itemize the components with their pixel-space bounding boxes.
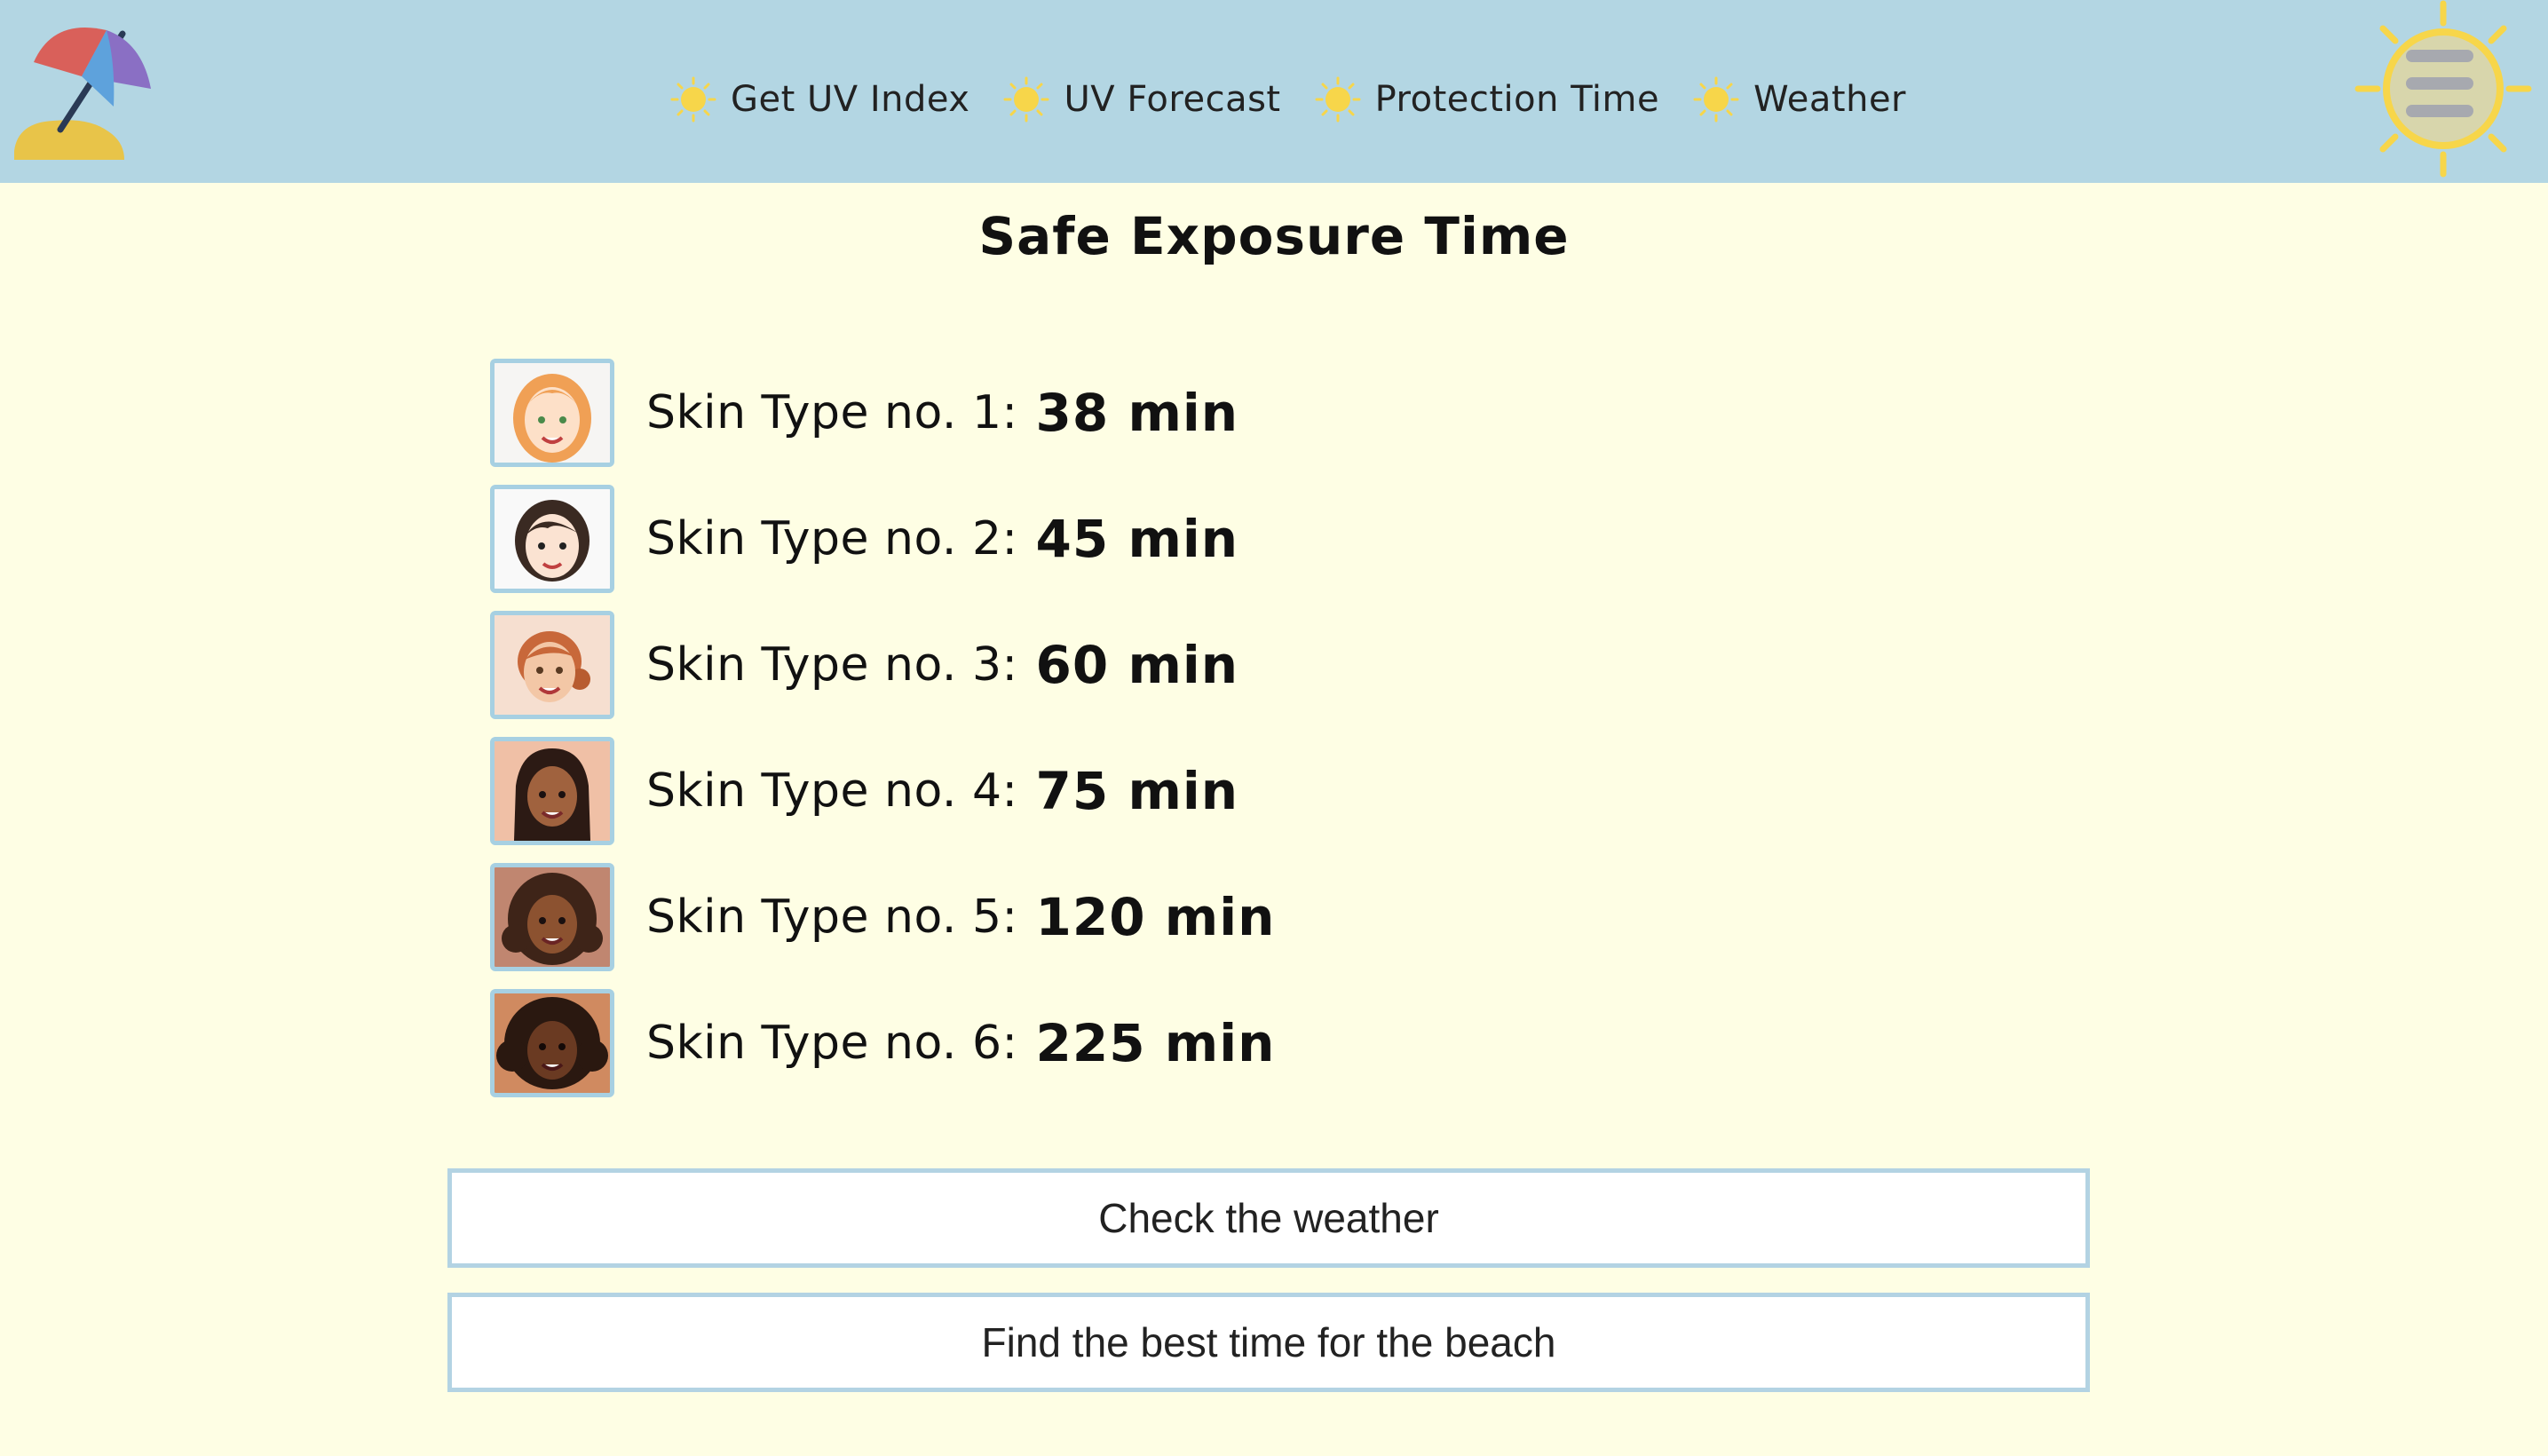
skin-type-3-avatar bbox=[490, 611, 614, 719]
nav-uv-forecast[interactable]: UV Forecast bbox=[1001, 75, 1280, 124]
nav-protection-time[interactable]: Protection Time bbox=[1313, 75, 1659, 124]
header-bar: Get UV Index UV Forecast Protection Time… bbox=[0, 0, 2548, 183]
skin-type-label: Skin Type no. 6: bbox=[646, 1017, 1018, 1070]
nav-weather[interactable]: Weather bbox=[1691, 75, 1906, 124]
exposure-time-value: 38 min bbox=[1035, 383, 1239, 443]
skin-type-label: Skin Type no. 1: bbox=[646, 386, 1018, 439]
sun-icon bbox=[1003, 76, 1049, 123]
sun-icon bbox=[1315, 76, 1361, 123]
skin-type-label: Skin Type no. 4: bbox=[646, 764, 1018, 818]
skin-type-4-avatar bbox=[490, 737, 614, 845]
skin-type-1-avatar bbox=[490, 359, 614, 467]
sun-hamburger-menu-icon[interactable] bbox=[2354, 0, 2532, 178]
skin-type-label: Skin Type no. 5: bbox=[646, 890, 1018, 944]
page-title: Safe Exposure Time bbox=[978, 206, 1570, 266]
list-item: Skin Type no. 4: 75 min bbox=[490, 728, 1275, 854]
list-item: Skin Type no. 2: 45 min bbox=[490, 476, 1275, 602]
exposure-time-value: 60 min bbox=[1035, 635, 1239, 695]
sun-icon bbox=[1693, 76, 1739, 123]
list-item: Skin Type no. 6: 225 min bbox=[490, 980, 1275, 1106]
exposure-time-value: 225 min bbox=[1035, 1013, 1276, 1073]
nav-get-uv-index[interactable]: Get UV Index bbox=[669, 75, 969, 124]
sun-icon bbox=[670, 76, 716, 123]
best-beach-time-button[interactable]: Find the best time for the beach bbox=[447, 1293, 2090, 1392]
list-item: Skin Type no. 1: 38 min bbox=[490, 350, 1275, 476]
top-nav: Get UV Index UV Forecast Protection Time… bbox=[0, 75, 2548, 124]
list-item: Skin Type no. 5: 120 min bbox=[490, 854, 1275, 980]
check-weather-button[interactable]: Check the weather bbox=[447, 1168, 2090, 1268]
nav-label: Get UV Index bbox=[731, 79, 970, 120]
nav-label: Protection Time bbox=[1374, 79, 1660, 120]
exposure-time-value: 75 min bbox=[1035, 761, 1239, 821]
skin-type-list: Skin Type no. 1: 38 min Skin Type no. 2:… bbox=[490, 350, 1275, 1106]
exposure-time-value: 120 min bbox=[1035, 887, 1276, 947]
list-item: Skin Type no. 3: 60 min bbox=[490, 602, 1275, 728]
skin-type-label: Skin Type no. 2: bbox=[646, 512, 1018, 566]
nav-label: Weather bbox=[1753, 79, 1906, 120]
skin-type-label: Skin Type no. 3: bbox=[646, 638, 1018, 692]
skin-type-2-avatar bbox=[490, 485, 614, 593]
skin-type-5-avatar bbox=[490, 863, 614, 971]
nav-label: UV Forecast bbox=[1064, 79, 1281, 120]
exposure-time-value: 45 min bbox=[1035, 509, 1239, 569]
skin-type-6-avatar bbox=[490, 989, 614, 1097]
